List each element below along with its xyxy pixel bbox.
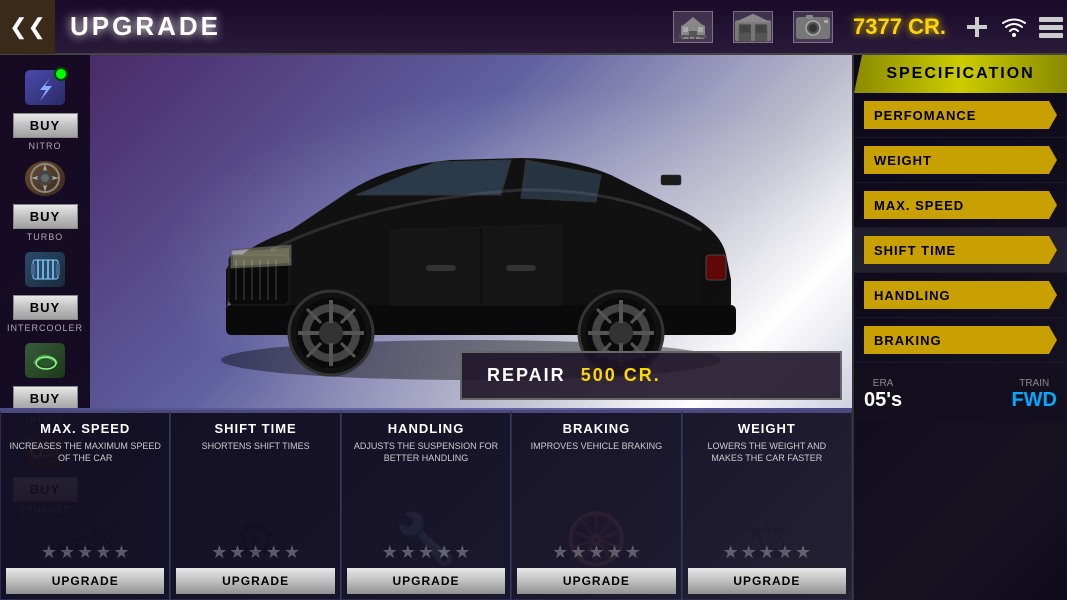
nitro-label: NITRO bbox=[29, 141, 62, 151]
spec-bar-shifttime: SHIFT TIME bbox=[864, 236, 1057, 264]
spec-label-handling: HANDLING bbox=[874, 288, 951, 303]
spec-label-maxspeed: MAX. SPEED bbox=[874, 198, 964, 213]
spec-item-shifttime[interactable]: SHIFT TIME bbox=[854, 228, 1067, 273]
upgrade-card-weight: WEIGHT LOWERS THE WEIGHT AND MAKES THE C… bbox=[682, 410, 852, 600]
upgrade-button-braking[interactable]: UPGRADE bbox=[517, 568, 675, 594]
card-title-maxspeed: MAX. SPEED bbox=[40, 421, 130, 436]
card-watermark-shifttime: ⚙ bbox=[233, 511, 278, 569]
train-info: TRAIN FWD bbox=[1011, 378, 1057, 412]
era-info: ERA 05's bbox=[864, 378, 902, 412]
spec-label-braking: BRAKING bbox=[874, 333, 942, 348]
home-icon[interactable] bbox=[673, 11, 713, 43]
spec-item-handling[interactable]: HANDLING bbox=[854, 273, 1067, 318]
page-title: UPGRADE bbox=[70, 11, 221, 42]
sidebar-item-turbo: BUY TURBO bbox=[5, 156, 85, 242]
repair-button[interactable]: REPAIR 500 CR. bbox=[460, 351, 842, 400]
intake-icon-box bbox=[20, 338, 70, 383]
card-watermark-braking: 🛞 bbox=[565, 510, 627, 569]
top-icons bbox=[673, 11, 833, 43]
card-title-handling: HANDLING bbox=[388, 421, 465, 436]
sidebar-item-nitro: BUY NITRO bbox=[5, 65, 85, 151]
specification-panel: SPECIFICATION PERFOMANCE WEIGHT MAX. SPE… bbox=[852, 55, 1067, 600]
garage-icon[interactable] bbox=[733, 11, 773, 43]
upgrade-button-shifttime[interactable]: UPGRADE bbox=[176, 568, 334, 594]
turbo-buy-button[interactable]: BUY bbox=[13, 204, 78, 229]
upgrade-button-weight[interactable]: UPGRADE bbox=[688, 568, 846, 594]
spec-bar-weight: WEIGHT bbox=[864, 146, 1057, 174]
card-watermark-maxspeed: 🏎 bbox=[53, 510, 116, 569]
spec-bar-maxspeed: MAX. SPEED bbox=[864, 191, 1057, 219]
divider bbox=[0, 408, 852, 410]
nitro-active-dot bbox=[54, 67, 68, 81]
intercooler-label: INTERCOOLER bbox=[7, 323, 83, 333]
nitro-icon-box bbox=[20, 65, 70, 110]
photo-icon[interactable] bbox=[793, 11, 833, 43]
nitro-buy-button[interactable]: BUY bbox=[13, 113, 78, 138]
upgrade-card-maxspeed: MAX. SPEED INCREASES THE MAXIMUM SPEED O… bbox=[0, 410, 170, 600]
era-sublabel: ERA bbox=[864, 378, 902, 389]
back-button[interactable]: ❮❮ bbox=[0, 0, 55, 54]
left-sidebar: BUY NITRO BUY TURBO bbox=[0, 55, 90, 410]
spec-item-maxspeed[interactable]: MAX. SPEED bbox=[854, 183, 1067, 228]
plus-icon[interactable] bbox=[961, 11, 993, 43]
turbo-label: TURBO bbox=[27, 232, 64, 242]
spec-bar-performance: PERFOMANCE bbox=[864, 101, 1057, 129]
card-title-weight: WEIGHT bbox=[738, 421, 796, 436]
upgrade-card-braking: BRAKING IMPROVES VEHICLE BRAKING ★ ★ ★ ★… bbox=[511, 410, 681, 600]
upgrade-cards-container: MAX. SPEED INCREASES THE MAXIMUM SPEED O… bbox=[0, 410, 852, 600]
specification-header: SPECIFICATION bbox=[854, 55, 1067, 93]
turbo-icon-box bbox=[20, 156, 70, 201]
turbo-icon bbox=[25, 161, 65, 196]
repair-cost: 500 CR. bbox=[581, 365, 661, 386]
upgrade-card-handling: HANDLING ADJUSTS THE SUSPENSION FOR BETT… bbox=[341, 410, 511, 600]
spec-label-shifttime: SHIFT TIME bbox=[874, 243, 956, 258]
repair-label: REPAIR bbox=[487, 365, 566, 386]
menu-icon[interactable] bbox=[1035, 11, 1067, 43]
top-ctrl-icons bbox=[961, 11, 1067, 43]
card-title-braking: BRAKING bbox=[563, 421, 631, 436]
train-value: FWD bbox=[1011, 389, 1057, 412]
wifi-icon[interactable] bbox=[998, 11, 1030, 43]
sidebar-item-intercooler: BUY INTERCOOLER bbox=[5, 247, 85, 333]
spec-bar-braking: BRAKING bbox=[864, 326, 1057, 354]
top-bar: ❮❮ UPGRADE bbox=[0, 0, 1067, 55]
card-watermark-weight: ⚖ bbox=[744, 511, 789, 569]
intercooler-icon bbox=[25, 252, 65, 287]
era-value: 05's bbox=[864, 389, 902, 412]
intake-icon bbox=[25, 343, 65, 378]
upgrade-card-shifttime: SHIFT TIME SHORTENS SHIFT TIMES ★ ★ ★ ★ … bbox=[170, 410, 340, 600]
card-title-shifttime: SHIFT TIME bbox=[215, 421, 297, 436]
train-sublabel: TRAIN bbox=[1011, 378, 1057, 389]
spec-bar-handling: HANDLING bbox=[864, 281, 1057, 309]
spec-item-weight[interactable]: WEIGHT bbox=[854, 138, 1067, 183]
repair-area: REPAIR 500 CR. bbox=[460, 351, 842, 400]
upgrade-button-handling[interactable]: UPGRADE bbox=[347, 568, 505, 594]
intercooler-icon-box bbox=[20, 247, 70, 292]
spec-era-area: ERA 05's TRAIN FWD bbox=[854, 368, 1067, 422]
spec-item-performance[interactable]: PERFOMANCE bbox=[854, 93, 1067, 138]
credits-display: 7377 CR. bbox=[853, 14, 946, 40]
card-watermark-handling: 🔧 bbox=[395, 510, 457, 569]
intercooler-buy-button[interactable]: BUY bbox=[13, 295, 78, 320]
upgrade-button-maxspeed[interactable]: UPGRADE bbox=[6, 568, 164, 594]
spec-label-weight: WEIGHT bbox=[874, 153, 932, 168]
spec-item-braking[interactable]: BRAKING bbox=[854, 318, 1067, 363]
spec-label-performance: PERFOMANCE bbox=[874, 108, 976, 123]
